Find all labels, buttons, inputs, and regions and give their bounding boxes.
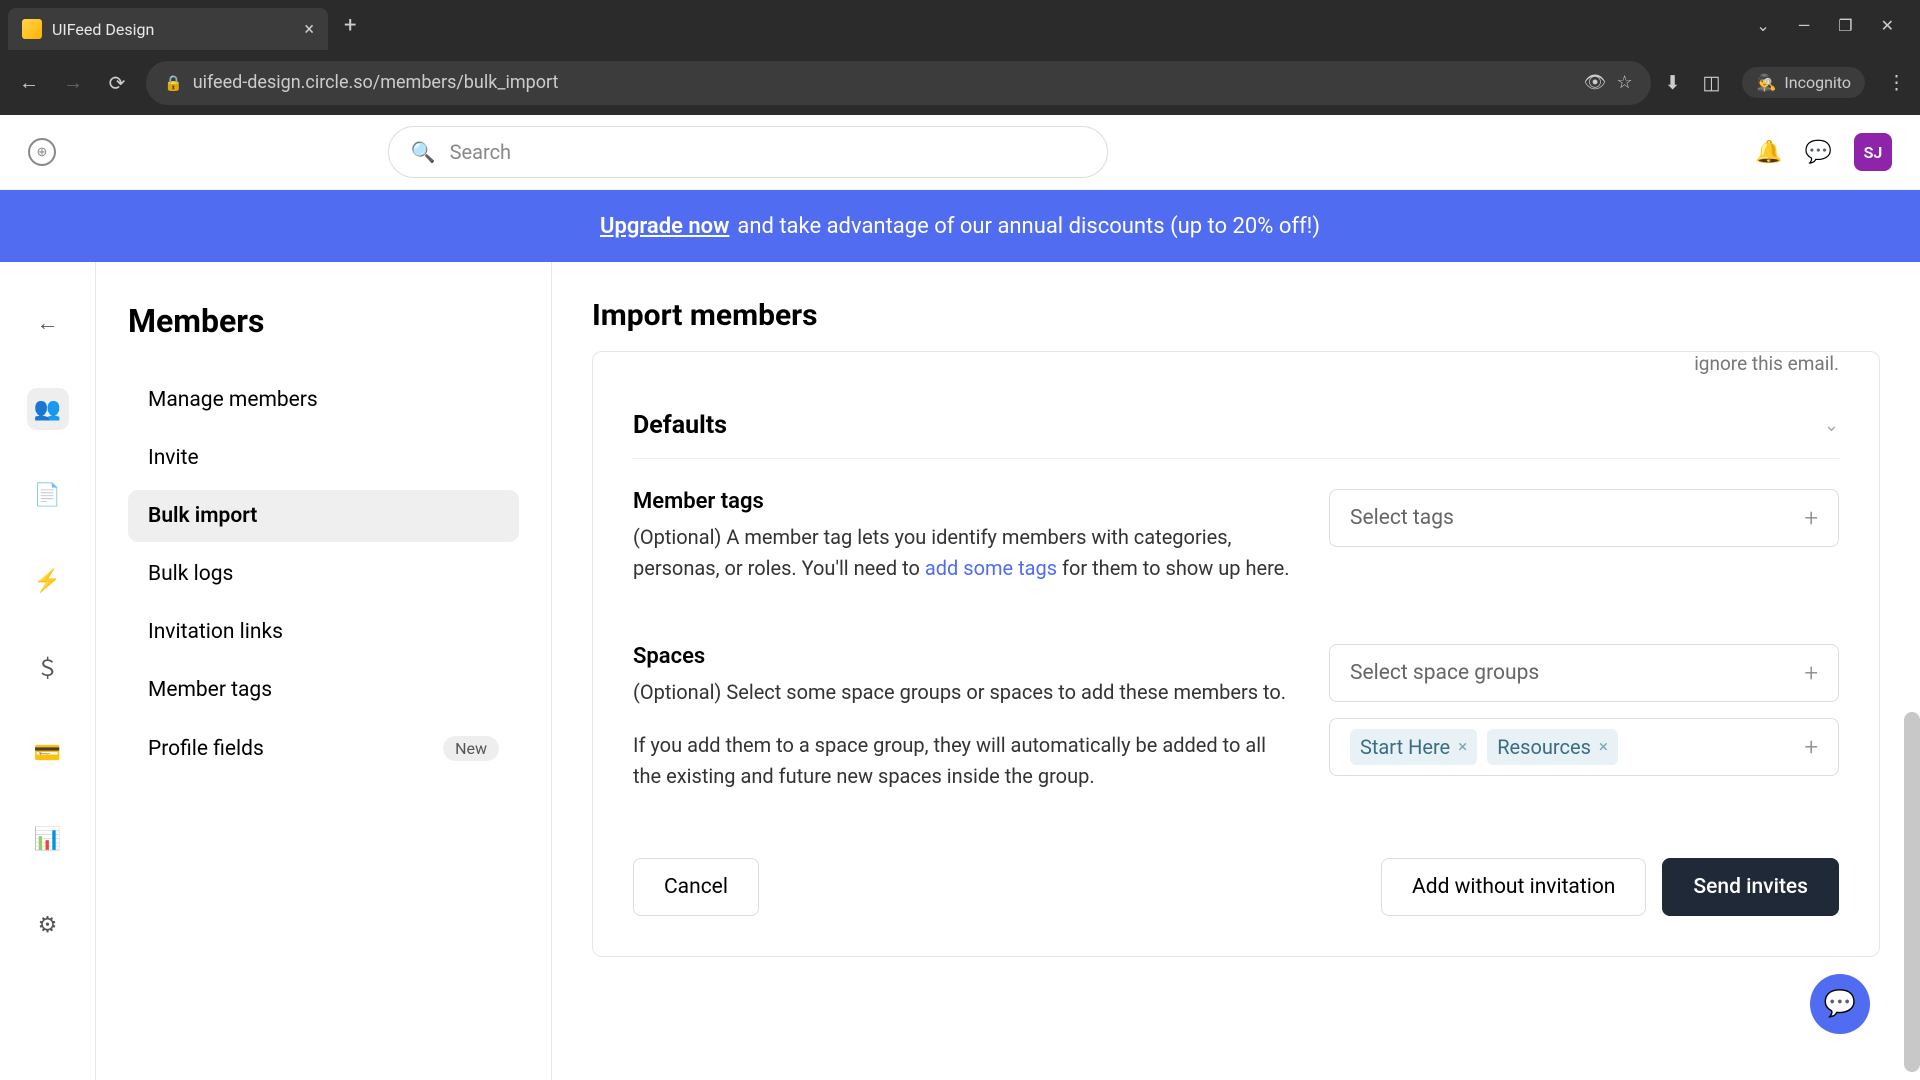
toolbar-right: ⬇ ◫ 🕵 Incognito ⋮: [1665, 67, 1906, 98]
sidebar-item-member-tags[interactable]: Member tags: [128, 664, 519, 716]
gear-icon[interactable]: ⚙: [27, 904, 69, 946]
tab-title: UIFeed Design: [52, 20, 294, 39]
chevron-down-icon: ⌄: [1824, 415, 1839, 436]
kebab-menu-icon[interactable]: ⋮: [1887, 71, 1906, 94]
spaces-row: Spaces (Optional) Select some space grou…: [593, 614, 1879, 822]
add-tags-link[interactable]: add some tags: [925, 556, 1057, 580]
card-icon[interactable]: 💳: [27, 732, 69, 774]
member-tags-row: Member tags (Optional) A member tag lets…: [593, 459, 1879, 614]
sidebar-item-manage[interactable]: Manage members: [128, 374, 519, 426]
sidebar-item-profile-fields[interactable]: Profile fields New: [128, 722, 519, 775]
spaces-title: Spaces: [633, 644, 1297, 669]
members-icon[interactable]: 👥: [27, 388, 69, 430]
avatar[interactable]: SJ: [1854, 133, 1892, 171]
address-bar[interactable]: 🔒 uifeed-design.circle.so/members/bulk_i…: [146, 61, 1651, 105]
remove-chip-icon[interactable]: ×: [1599, 737, 1608, 757]
close-window-icon[interactable]: ✕: [1881, 16, 1894, 35]
chip-start-here: Start Here ×: [1350, 729, 1477, 765]
minimize-icon[interactable]: ―: [1798, 16, 1811, 35]
back-arrow-icon[interactable]: ←: [27, 302, 69, 344]
download-icon[interactable]: ⬇: [1665, 71, 1681, 94]
remove-chip-icon[interactable]: ×: [1458, 737, 1467, 757]
spaces-desc-1: (Optional) Select some space groups or s…: [633, 677, 1297, 708]
spaces-controls: Select space groups + Start Here × Resou…: [1329, 644, 1839, 792]
header-right: 🔔 💬 SJ: [1755, 133, 1892, 171]
send-invites-button[interactable]: Send invites: [1662, 858, 1839, 916]
spaces-desc-2: If you add them to a space group, they w…: [633, 730, 1297, 792]
app-logo[interactable]: ⊕: [28, 138, 56, 166]
bell-icon[interactable]: 🔔: [1755, 140, 1782, 165]
page-title: Import members: [592, 298, 1880, 333]
reload-button[interactable]: ⟳: [102, 71, 132, 95]
content: Import members ignore this email. Defaul…: [552, 262, 1920, 1080]
sidebar: Members Manage members Invite Bulk impor…: [96, 262, 552, 1080]
member-tags-title: Member tags: [633, 489, 1297, 514]
select-spaces-input[interactable]: Start Here × Resources × +: [1329, 718, 1839, 776]
spaces-info: Spaces (Optional) Select some space grou…: [633, 644, 1297, 792]
sidebar-title: Members: [128, 302, 519, 340]
member-tags-controls: Select tags +: [1329, 489, 1839, 584]
new-badge: New: [443, 736, 499, 761]
panel-icon[interactable]: ◫: [1703, 71, 1721, 94]
chat-icon[interactable]: 💬: [1805, 140, 1832, 165]
incognito-label: Incognito: [1784, 73, 1851, 92]
forward-button[interactable]: →: [58, 70, 88, 95]
select-space-groups-input[interactable]: Select space groups +: [1329, 644, 1839, 702]
document-icon[interactable]: 📄: [27, 474, 69, 516]
search-placeholder: Search: [450, 140, 511, 164]
icon-rail: ← 👥 📄 ⚡ ＄ 💳 📊 ⚙: [0, 262, 96, 1080]
upgrade-link[interactable]: Upgrade now: [600, 214, 729, 239]
select-tags-input[interactable]: Select tags +: [1329, 489, 1839, 547]
maximize-icon[interactable]: ❐: [1838, 16, 1852, 35]
chevron-down-icon[interactable]: ⌄: [1756, 16, 1769, 35]
address-row: ← → ⟳ 🔒 uifeed-design.circle.so/members/…: [0, 50, 1920, 115]
main-layout: ← 👥 📄 ⚡ ＄ 💳 📊 ⚙ Members Manage members I…: [0, 262, 1920, 1080]
upgrade-banner: Upgrade now and take advantage of our an…: [0, 190, 1920, 262]
add-without-invitation-button[interactable]: Add without invitation: [1381, 858, 1646, 916]
search-input[interactable]: 🔍 Search: [388, 126, 1108, 178]
window-controls: ⌄ ― ❐ ✕: [1756, 16, 1912, 35]
clipped-text: ignore this email.: [593, 352, 1879, 383]
eye-off-icon[interactable]: 👁: [1584, 72, 1607, 93]
browser-tab[interactable]: UIFeed Design ×: [8, 8, 328, 50]
app-header: ⊕ 🔍 Search 🔔 💬 SJ: [0, 115, 1920, 190]
star-icon[interactable]: ☆: [1616, 72, 1632, 93]
incognito-icon: 🕵: [1756, 73, 1776, 92]
import-card: ignore this email. Defaults ⌄ Member tag…: [592, 351, 1880, 957]
actions-row: Cancel Add without invitation Send invit…: [593, 822, 1879, 956]
banner-text: and take advantage of our annual discoun…: [737, 214, 1320, 239]
chip-resources: Resources ×: [1487, 729, 1618, 765]
favicon: [22, 19, 42, 39]
sidebar-item-bulk-import[interactable]: Bulk import: [128, 490, 519, 542]
url-text: uifeed-design.circle.so/members/bulk_imp…: [193, 72, 1574, 93]
defaults-title: Defaults: [633, 411, 727, 440]
sidebar-item-invitation-links[interactable]: Invitation links: [128, 606, 519, 658]
plus-icon: +: [1804, 504, 1818, 532]
new-tab-button[interactable]: +: [344, 13, 356, 38]
plus-icon: +: [1804, 659, 1818, 687]
member-tags-info: Member tags (Optional) A member tag lets…: [633, 489, 1297, 584]
member-tags-desc: (Optional) A member tag lets you identif…: [633, 522, 1297, 584]
help-chat-button[interactable]: 💬: [1810, 974, 1870, 1034]
browser-chrome: UIFeed Design × + ⌄ ― ❐ ✕ ← → ⟳ 🔒 uifeed…: [0, 0, 1920, 115]
dollar-icon[interactable]: ＄: [27, 646, 69, 688]
search-icon: 🔍: [411, 140, 436, 164]
analytics-icon[interactable]: 📊: [27, 818, 69, 860]
plus-icon: +: [1804, 733, 1818, 761]
scrollbar[interactable]: [1904, 712, 1920, 1072]
close-tab-icon[interactable]: ×: [304, 19, 314, 40]
defaults-header[interactable]: Defaults ⌄: [593, 383, 1879, 458]
sidebar-item-invite[interactable]: Invite: [128, 432, 519, 484]
tab-bar: UIFeed Design × + ⌄ ― ❐ ✕: [0, 0, 1920, 50]
sidebar-item-bulk-logs[interactable]: Bulk logs: [128, 548, 519, 600]
lock-icon: 🔒: [164, 74, 183, 92]
back-button[interactable]: ←: [14, 70, 44, 95]
incognito-badge[interactable]: 🕵 Incognito: [1742, 67, 1865, 98]
bolt-icon[interactable]: ⚡: [27, 560, 69, 602]
cancel-button[interactable]: Cancel: [633, 858, 759, 916]
